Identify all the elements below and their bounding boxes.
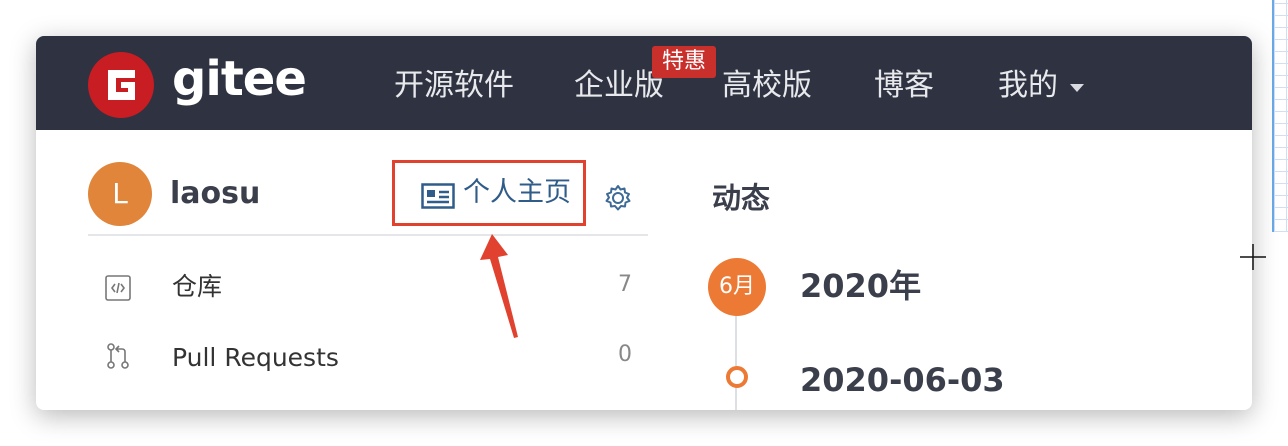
pull-request-icon <box>107 343 129 369</box>
feed-title: 动态 <box>712 181 771 215</box>
avatar[interactable]: L <box>88 162 152 226</box>
gear-icon[interactable] <box>604 184 632 212</box>
nav-blog[interactable]: 博客 <box>874 66 934 106</box>
code-repo-icon <box>105 275 131 301</box>
brand-name[interactable]: gitee <box>172 46 307 112</box>
gitee-logo-icon[interactable] <box>88 52 154 118</box>
username[interactable]: laosu <box>170 176 260 212</box>
chevron-down-icon[interactable] <box>1070 84 1084 92</box>
id-card-icon <box>421 183 455 209</box>
pull-requests-count: 0 <box>618 342 632 367</box>
top-navbar: gitee 开源软件 企业版 特惠 高校版 博客 我的 <box>36 36 1252 130</box>
repositories-count: 7 <box>618 272 632 297</box>
nav-education[interactable]: 高校版 <box>722 66 812 106</box>
sidebar-item-repositories[interactable]: 仓库 <box>172 270 222 304</box>
background-window-edge <box>1272 0 1288 232</box>
profile-link-label: 个人主页 <box>463 177 571 208</box>
profile-page-link[interactable]: 个人主页 <box>392 160 586 226</box>
nav-open-source[interactable]: 开源软件 <box>394 66 514 106</box>
nav-mine[interactable]: 我的 <box>998 66 1058 106</box>
timeline-dot <box>726 366 748 388</box>
annotation-arrow <box>480 234 518 338</box>
timeline-date[interactable]: 2020-06-03 <box>800 360 1005 400</box>
month-badge: 6月 <box>708 258 766 316</box>
timeline-year: 2020年 <box>800 267 922 305</box>
timeline-line <box>735 316 737 410</box>
gitee-window: gitee 开源软件 企业版 特惠 高校版 博客 我的 L laosu 个人主页… <box>36 36 1252 410</box>
sidebar-divider <box>88 234 648 236</box>
nav-enterprise[interactable]: 企业版 <box>574 66 664 106</box>
promo-badge: 特惠 <box>652 46 716 78</box>
crosshair-cursor-icon <box>1240 244 1266 270</box>
sidebar-item-pull-requests[interactable]: Pull Requests <box>172 341 339 375</box>
